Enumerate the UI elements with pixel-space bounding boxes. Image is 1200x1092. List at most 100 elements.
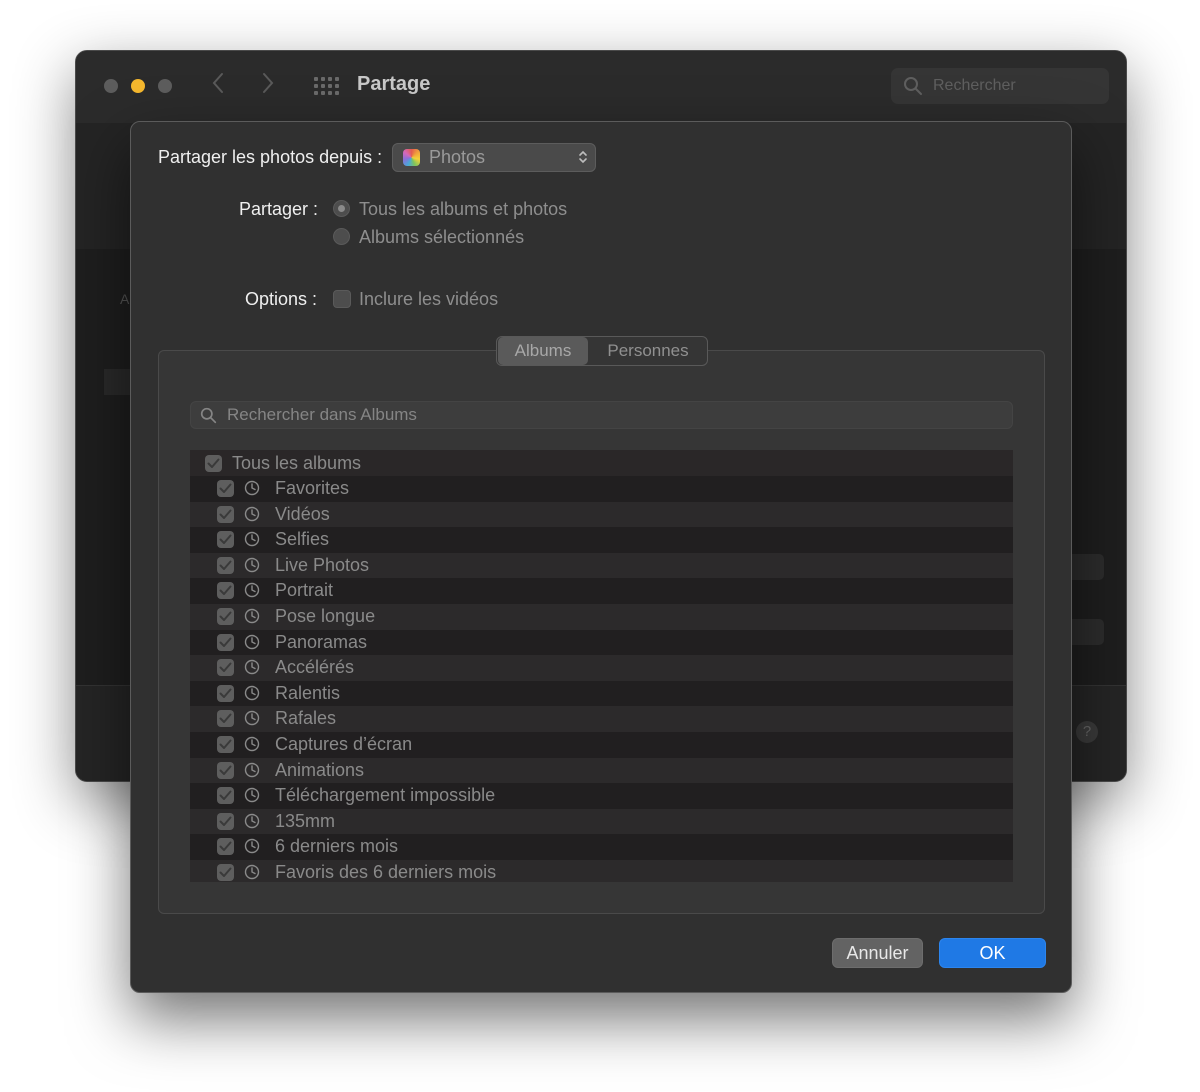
radio-all-albums[interactable] bbox=[333, 200, 350, 217]
album-search-field[interactable]: Rechercher dans Albums bbox=[190, 401, 1013, 429]
album-checkbox[interactable] bbox=[217, 659, 234, 677]
window-search-placeholder: Rechercher bbox=[933, 77, 1016, 94]
smart-album-gear-icon bbox=[244, 557, 260, 572]
album-checkbox[interactable] bbox=[217, 864, 234, 881]
album-checkbox[interactable] bbox=[217, 531, 234, 549]
checkmark-icon bbox=[219, 483, 232, 493]
smart-album-gear-icon bbox=[244, 634, 260, 649]
smart-album-gear-icon bbox=[244, 711, 260, 726]
album-label: Pose longue bbox=[275, 606, 376, 626]
all-albums-label: Tous les albums bbox=[232, 453, 362, 473]
checkmark-icon bbox=[219, 509, 232, 519]
minimize-window-button[interactable] bbox=[131, 79, 145, 93]
include-videos-checkbox[interactable] bbox=[333, 290, 351, 308]
photo-sharing-sheet: Partager les photos depuis : Photos Part… bbox=[130, 121, 1072, 993]
album-checkbox[interactable] bbox=[217, 736, 234, 753]
close-window-button[interactable] bbox=[104, 79, 118, 93]
ok-button[interactable]: OK bbox=[939, 938, 1046, 968]
photos-app-icon bbox=[403, 149, 420, 166]
album-row[interactable]: Favoris des 6 derniers mois bbox=[190, 860, 1013, 882]
checkmark-icon bbox=[219, 611, 232, 621]
chevron-right-icon[interactable] bbox=[261, 71, 275, 102]
smart-album-gear-icon bbox=[244, 608, 260, 624]
album-row[interactable]: Vidéos bbox=[190, 501, 1013, 528]
album-label: Portrait bbox=[275, 580, 334, 601]
album-checkbox[interactable] bbox=[217, 505, 234, 523]
album-checkbox[interactable] bbox=[217, 710, 234, 728]
radio-selected-dot bbox=[338, 205, 345, 212]
checkmark-icon bbox=[219, 585, 232, 596]
album-row[interactable]: 135mm bbox=[190, 808, 1013, 835]
smart-album-gear-icon bbox=[244, 864, 260, 880]
album-checkbox[interactable] bbox=[217, 480, 234, 497]
tab-albums[interactable]: Albums bbox=[498, 337, 588, 365]
zoom-window-button[interactable] bbox=[158, 79, 172, 93]
smart-album-gear-icon bbox=[244, 480, 260, 496]
album-checkbox[interactable] bbox=[217, 556, 234, 574]
album-row[interactable]: Selfies bbox=[190, 527, 1013, 553]
album-checkbox[interactable] bbox=[217, 684, 234, 702]
smart-album-gear-icon bbox=[244, 839, 260, 854]
album-label: 6 derniers mois bbox=[275, 836, 399, 857]
album-checkbox[interactable] bbox=[217, 812, 234, 830]
album-row[interactable]: Téléchargement impossible bbox=[190, 783, 1013, 809]
checkmark-icon bbox=[219, 841, 232, 852]
chevron-left-icon[interactable] bbox=[211, 71, 225, 102]
include-videos-label[interactable]: Inclure les vidéos bbox=[359, 289, 498, 310]
album-label: Téléchargement impossible bbox=[275, 785, 496, 806]
album-label: Animations bbox=[275, 759, 365, 780]
album-row[interactable]: Captures d’écran bbox=[190, 732, 1013, 758]
album-label: Panoramas bbox=[275, 631, 368, 652]
radio-selected-albums-label[interactable]: Albums sélectionnés bbox=[359, 227, 524, 248]
checkmark-icon bbox=[207, 458, 220, 468]
album-row[interactable]: Accélérés bbox=[190, 655, 1013, 681]
album-label: Vidéos bbox=[275, 503, 330, 524]
album-checkbox[interactable] bbox=[217, 838, 234, 856]
album-row[interactable]: Favorites bbox=[190, 476, 1013, 502]
album-row[interactable]: Panoramas bbox=[190, 629, 1013, 656]
checkmark-icon bbox=[219, 713, 232, 724]
album-checkbox[interactable] bbox=[217, 608, 234, 625]
all-albums-row[interactable]: Tous les albums bbox=[190, 450, 1013, 476]
album-label: Favoris des 6 derniers mois bbox=[275, 862, 497, 882]
share-label: Partager : bbox=[239, 199, 319, 219]
checkmark-icon bbox=[219, 867, 232, 877]
albums-people-segmented-control[interactable]: Albums Personnes bbox=[496, 336, 708, 366]
show-all-grid-icon[interactable] bbox=[314, 77, 339, 95]
album-label: 135mm bbox=[275, 810, 336, 831]
album-checkbox[interactable] bbox=[217, 582, 234, 600]
album-row[interactable]: 6 derniers mois bbox=[190, 834, 1013, 860]
album-checkbox[interactable] bbox=[217, 633, 234, 651]
all-albums-checkbox[interactable] bbox=[205, 455, 222, 472]
smart-album-gear-icon bbox=[244, 813, 260, 828]
smart-album-gear-icon bbox=[244, 787, 260, 803]
album-checkbox[interactable] bbox=[217, 761, 234, 779]
album-row[interactable]: Live Photos bbox=[190, 552, 1013, 579]
album-row[interactable]: Portrait bbox=[190, 578, 1013, 604]
album-row[interactable]: Animations bbox=[190, 757, 1013, 784]
radio-all-albums-label[interactable]: Tous les albums et photos bbox=[359, 199, 567, 220]
album-checkbox[interactable] bbox=[217, 787, 234, 805]
window-search-field[interactable]: Rechercher bbox=[891, 68, 1109, 104]
window-titlebar: Partage Rechercher bbox=[76, 51, 1126, 124]
source-popup-value: Photos bbox=[429, 147, 486, 167]
smart-album-gear-icon bbox=[244, 685, 260, 700]
album-row[interactable]: Pose longue bbox=[190, 604, 1013, 630]
album-label: Captures d’écran bbox=[275, 734, 413, 754]
source-popup-button[interactable]: Photos bbox=[392, 143, 596, 172]
smart-album-gear-icon bbox=[244, 762, 260, 777]
album-row[interactable]: Rafales bbox=[190, 706, 1013, 732]
album-label: Ralentis bbox=[275, 682, 341, 703]
checkmark-icon bbox=[219, 637, 232, 647]
checkmark-icon bbox=[219, 662, 232, 673]
album-list: Tous les albums Favorites Vidéos Selfies Li… bbox=[190, 450, 1013, 882]
window-title: Partage bbox=[357, 73, 431, 95]
cancel-button[interactable]: Annuler bbox=[832, 938, 923, 968]
help-button[interactable]: ? bbox=[1076, 721, 1098, 743]
album-label: Rafales bbox=[275, 708, 337, 729]
chevron-updown-icon bbox=[579, 150, 587, 164]
radio-selected-albums[interactable] bbox=[333, 228, 350, 245]
tab-people[interactable]: Personnes bbox=[592, 337, 704, 365]
smart-album-gear-icon bbox=[244, 736, 260, 752]
album-row[interactable]: Ralentis bbox=[190, 680, 1013, 707]
